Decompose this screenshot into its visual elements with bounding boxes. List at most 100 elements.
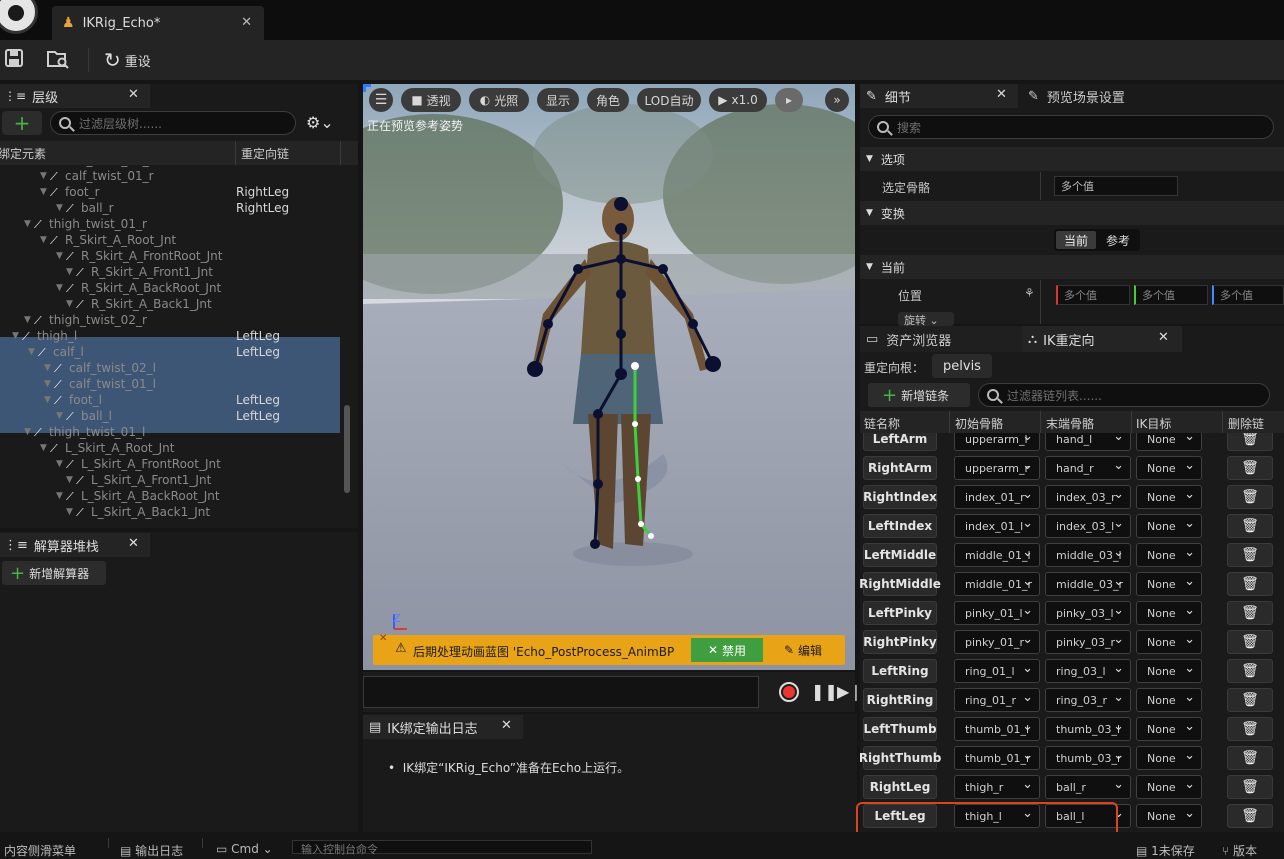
reset-button[interactable]: ↻ 重设 (104, 48, 151, 72)
end-bone-dropdown[interactable]: hand_l (1045, 433, 1131, 451)
play-end-button[interactable]: ▶❘ (837, 682, 863, 701)
chain-name-field[interactable]: RightIndex (863, 485, 937, 509)
tree-row[interactable]: ▼ ⟋ calf_twist_01_r (0, 169, 340, 185)
delete-chain-button[interactable]: 🗑 (1227, 572, 1273, 596)
cursor-tool-button[interactable]: ▸ (775, 88, 803, 112)
col-end-bone[interactable]: 末端骨骼 (1046, 415, 1094, 432)
end-bone-dropdown[interactable]: thumb_03_r (1045, 746, 1131, 770)
chain-name-field[interactable]: RightArm (863, 456, 937, 480)
expand-arrow-icon[interactable]: ▼ (40, 187, 47, 197)
start-bone-dropdown[interactable]: thumb_01_r (954, 746, 1040, 770)
tree-row[interactable]: ▼ ⟋ R_Skirt_A_Front1_Jnt (0, 265, 340, 281)
close-solver-icon[interactable]: ✕ (128, 536, 139, 551)
end-bone-dropdown[interactable]: ball_r (1045, 775, 1131, 799)
add-solver-button[interactable]: + 新增解算器 (2, 561, 106, 585)
end-bone-dropdown[interactable]: index_03_l (1045, 514, 1131, 538)
ik-goal-dropdown[interactable]: None (1136, 746, 1202, 770)
expand-arrow-icon[interactable]: ▼ (28, 347, 35, 357)
tree-row[interactable]: ▼ ⟋ R_Skirt_A_BackRoot_Jnt (0, 281, 340, 297)
tree-row[interactable]: ▼ ⟋ R_Skirt_A_Root_Jnt (0, 233, 340, 249)
start-bone-dropdown[interactable]: pinky_01_r (954, 630, 1040, 654)
expand-arrow-icon[interactable]: ▼ (56, 491, 63, 501)
col-chain-header[interactable]: 重定向链 (241, 145, 289, 162)
tab-preview-scene[interactable]: ✎ 预览场景设置 (1022, 84, 1284, 108)
end-bone-dropdown[interactable]: thumb_03_l (1045, 717, 1131, 741)
tree-row[interactable]: ▼ ⟋ L_Skirt_A_FrontRoot_Jnt (0, 457, 340, 473)
ik-goal-dropdown[interactable]: None (1136, 717, 1202, 741)
dismiss-warning-icon[interactable]: ✕ (379, 633, 387, 644)
pause-button[interactable]: ❚❚ (811, 682, 838, 701)
tree-row[interactable]: ▼ ⟋ thigh_l LeftLeg (0, 329, 340, 345)
tree-row[interactable]: ▼ ⟋ L_Skirt_A_Root_Jnt (0, 441, 340, 457)
chain-name-field[interactable]: LeftThumb (863, 717, 937, 741)
reference-toggle[interactable]: 参考 (1098, 231, 1138, 249)
hierarchy-search-input[interactable]: 过滤层级树...... (50, 111, 296, 135)
delete-chain-button[interactable]: 🗑 (1227, 688, 1273, 712)
tree-row[interactable]: ▼ ⟋ foot_r RightLeg (0, 185, 340, 201)
expand-arrow-icon[interactable]: ▼ (40, 171, 47, 181)
expand-arrow-icon[interactable]: ▼ (56, 203, 63, 213)
ik-goal-dropdown[interactable]: None (1136, 630, 1202, 654)
chain-name-field[interactable]: RightMiddle (860, 572, 941, 596)
delete-chain-button[interactable]: 🗑 (1227, 804, 1273, 828)
ik-goal-dropdown[interactable]: None (1136, 659, 1202, 683)
tree-row[interactable]: ▼ ⟋ calf_twist_02_l (0, 361, 340, 377)
start-bone-dropdown[interactable]: pinky_01_l (954, 601, 1040, 625)
chain-name-field[interactable]: RightThumb (860, 746, 941, 770)
start-bone-dropdown[interactable]: index_01_r (954, 485, 1040, 509)
col-bone-header[interactable]: 绑定元素 (0, 145, 46, 162)
start-bone-dropdown[interactable]: ring_01_r (954, 688, 1040, 712)
col-ik-goal[interactable]: IK目标 (1136, 415, 1171, 432)
tree-row[interactable]: ▼ ⟋ calf_twist_01_l (0, 377, 340, 393)
tree-row[interactable]: ▼ ⟋ calf_l LeftLeg (0, 345, 340, 361)
save-icon[interactable] (5, 49, 23, 72)
perspective-button[interactable]: ■ 透视 (401, 88, 461, 112)
delete-chain-button[interactable]: 🗑 (1227, 775, 1273, 799)
start-bone-dropdown[interactable]: thigh_r (954, 775, 1040, 799)
cmd-button[interactable]: ▭ Cmd ⌄ (216, 842, 273, 856)
chain-name-field[interactable]: LeftArm (863, 433, 937, 451)
location-gizmo-icon[interactable]: ⚘ (1024, 286, 1035, 300)
browse-asset-icon[interactable] (47, 49, 69, 74)
tree-row[interactable]: ▼ ⟋ R_Skirt_A_FrontRoot_Jnt (0, 249, 340, 265)
console-input[interactable]: 输入控制台命令 (292, 840, 592, 856)
selected-bones-value[interactable]: 多个值 (1054, 176, 1178, 196)
unreal-logo-icon[interactable] (0, 0, 38, 34)
chain-name-field[interactable]: RightPinky (863, 630, 937, 654)
tree-row[interactable]: ▼ ⟋ ball_l LeftLeg (0, 409, 340, 425)
ik-goal-dropdown[interactable]: None (1136, 456, 1202, 480)
settings-gear-icon[interactable]: ⚙⌄ (306, 113, 334, 132)
expand-arrow-icon[interactable]: ▼ (66, 299, 73, 309)
ik-goal-dropdown[interactable]: None (1136, 485, 1202, 509)
tab-ik-retarget[interactable]: ⛬ IK重定向 ✕ (1022, 326, 1182, 352)
delete-chain-button[interactable]: 🗑 (1227, 433, 1273, 451)
output-log-button[interactable]: ▤ 输出日志 (120, 842, 183, 859)
add-chain-button[interactable]: + 新增链条 (868, 383, 970, 407)
end-bone-dropdown[interactable]: hand_r (1045, 456, 1131, 480)
start-bone-dropdown[interactable]: middle_01_l (954, 543, 1040, 567)
ik-goal-dropdown[interactable]: None (1136, 433, 1202, 451)
col-start-bone[interactable]: 初始骨骼 (955, 415, 1003, 432)
ik-goal-dropdown[interactable]: None (1136, 601, 1202, 625)
end-bone-dropdown[interactable]: middle_03_l (1045, 543, 1131, 567)
close-output-log-icon[interactable]: ✕ (501, 718, 512, 733)
playback-speed-button[interactable]: ▶ x1.0 (709, 88, 767, 112)
ik-goal-dropdown[interactable]: None (1136, 514, 1202, 538)
location-x-field[interactable]: 多个值 (1056, 285, 1130, 305)
close-ik-retarget-icon[interactable]: ✕ (1158, 330, 1169, 345)
tree-row[interactable]: ▼ ⟋ L_Skirt_A_Front1_Jnt (0, 473, 340, 489)
expand-arrow-icon[interactable]: ▼ (44, 363, 51, 373)
start-bone-dropdown[interactable]: upperarm_l (954, 433, 1040, 451)
expand-arrow-icon[interactable]: ▼ (56, 283, 63, 293)
delete-chain-button[interactable]: 🗑 (1227, 485, 1273, 509)
expand-arrow-icon[interactable]: ▼ (24, 427, 31, 437)
edit-button[interactable]: ✎ 编辑 (771, 638, 835, 662)
retarget-root-value[interactable]: pelvis (932, 354, 992, 378)
ik-goal-dropdown[interactable]: None (1136, 775, 1202, 799)
end-bone-dropdown[interactable]: index_03_r (1045, 485, 1131, 509)
delete-chain-button[interactable]: 🗑 (1227, 543, 1273, 567)
expand-arrow-icon[interactable]: ▼ (40, 235, 47, 245)
chain-name-field[interactable]: RightRing (863, 688, 937, 712)
ik-goal-dropdown[interactable]: None (1136, 572, 1202, 596)
tree-row[interactable]: ▼ ⟋ thigh_twist_02_r (0, 313, 340, 329)
